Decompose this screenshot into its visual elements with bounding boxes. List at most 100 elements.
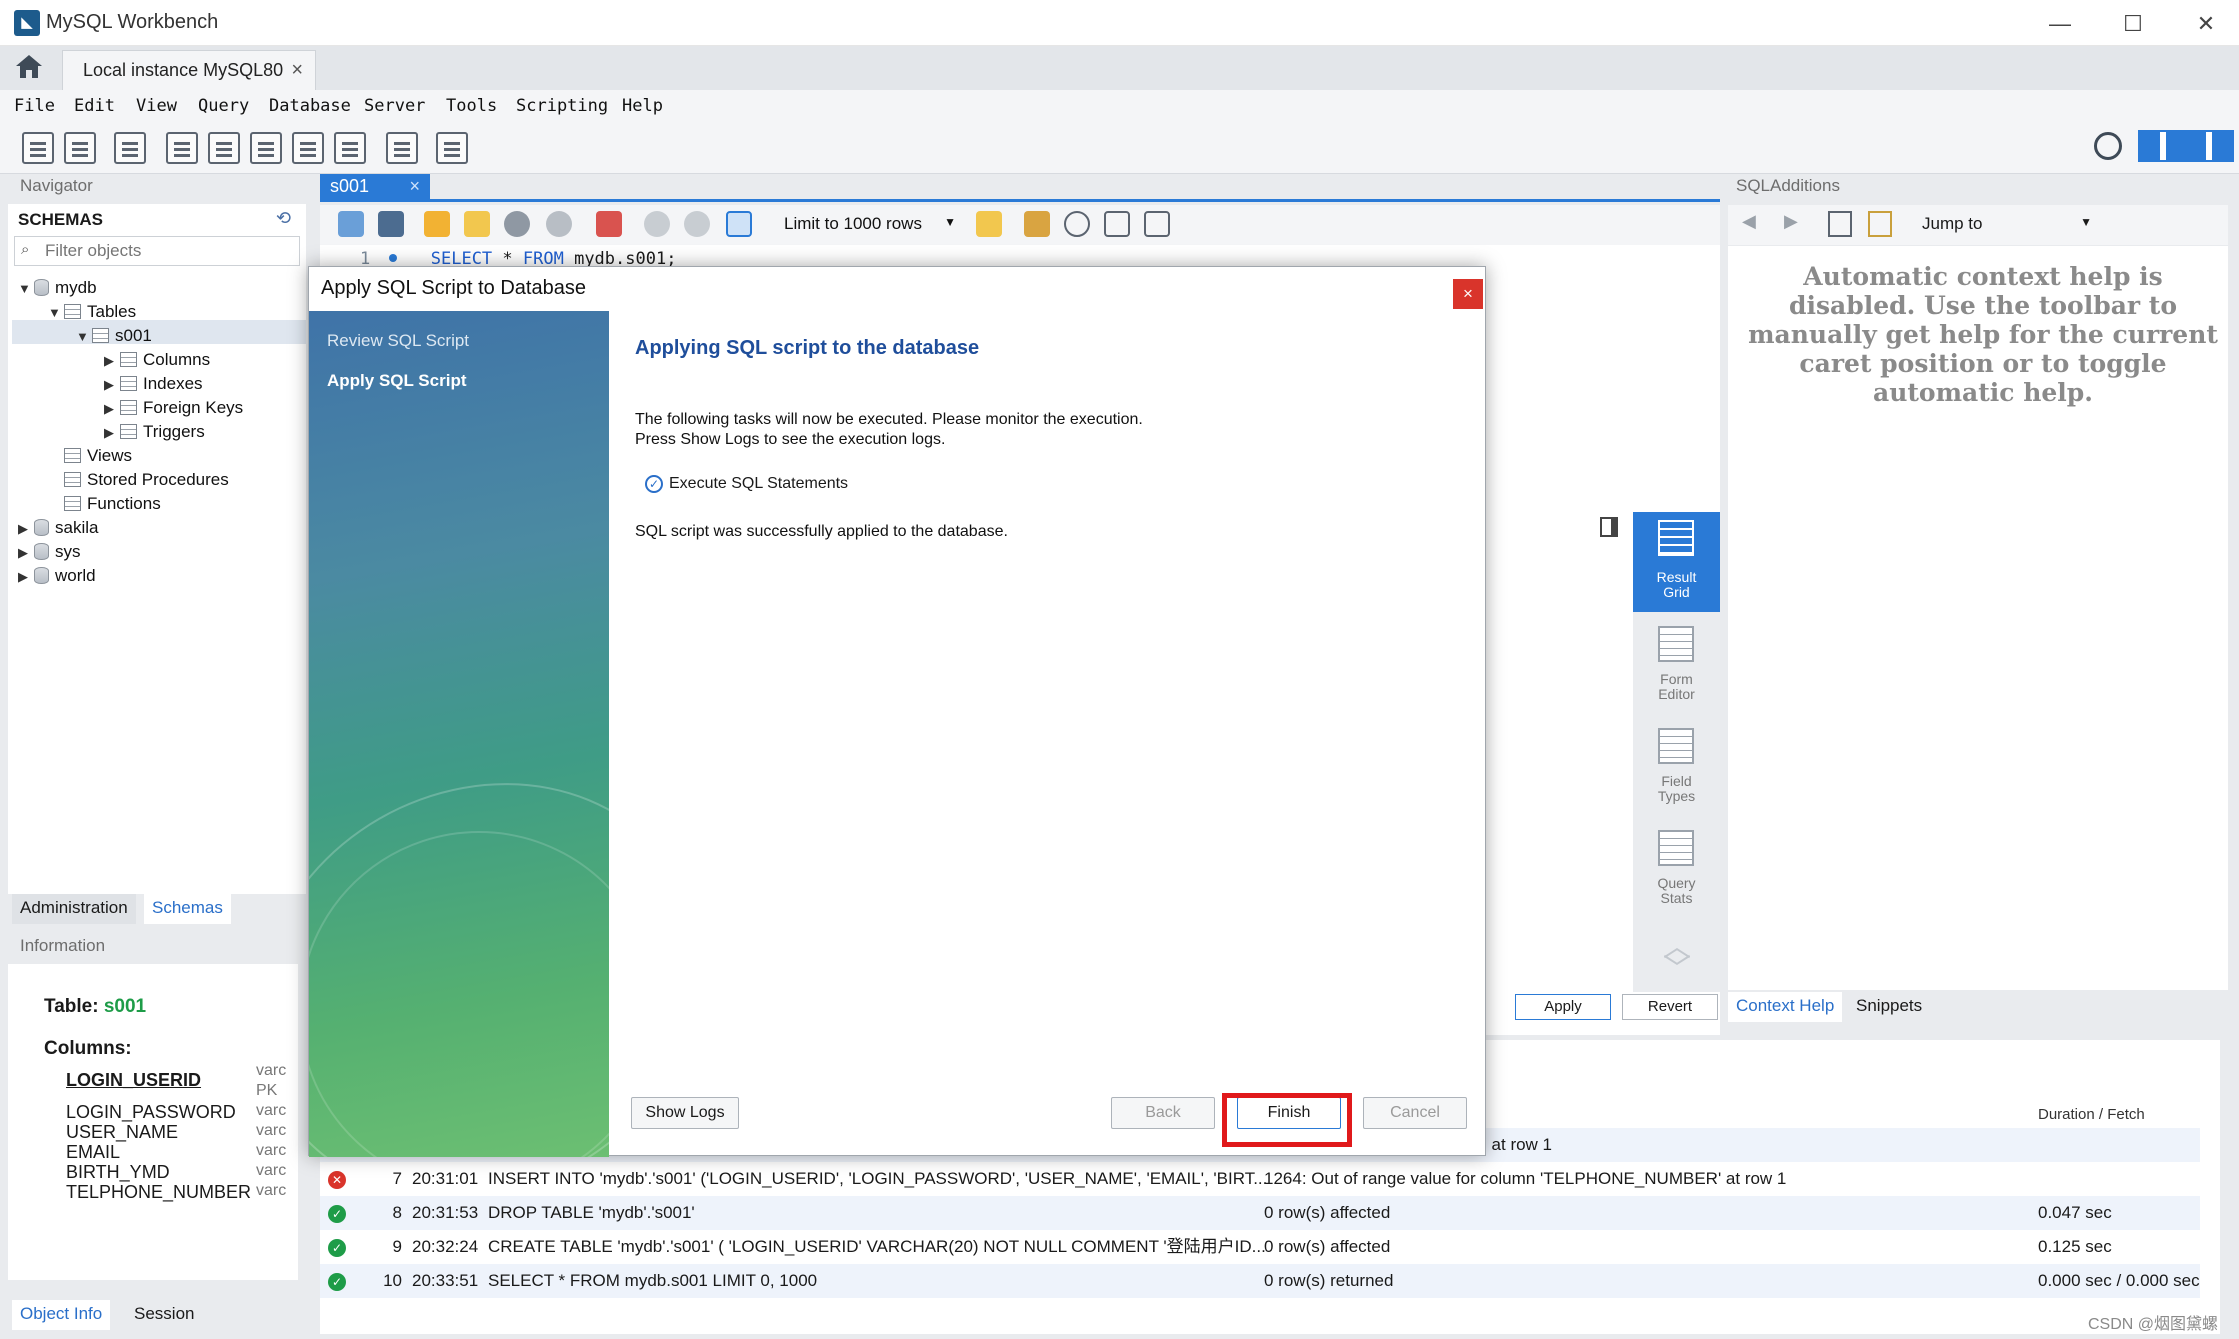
save-icon[interactable] [378,211,404,237]
menu-help[interactable]: Help [622,96,663,116]
minimize-button[interactable]: — [2030,8,2090,40]
home-icon[interactable] [14,52,54,86]
inspector-icon[interactable] [114,132,146,164]
settings-icon[interactable] [2094,132,2122,160]
sql-additions-toolbar: ◀ ▶ Jump to ▼ [1728,205,2228,245]
autocommit-icon[interactable] [726,211,752,237]
tree-item-functions[interactable]: Functions [48,492,161,516]
tree-item-mydb[interactable]: ▼ mydb [18,276,97,300]
tab-snippets[interactable]: Snippets [1848,992,1930,1022]
mysql-workbench-icon: ◣ [14,10,40,36]
tree-item-triggers[interactable]: ▶ Triggers [104,420,205,444]
info-type: varc [256,1122,287,1139]
output-row[interactable]: ✓ 10 20:33:51 SELECT * FROM mydb.s001 LI… [320,1264,2200,1298]
open-sql-script-icon[interactable] [64,132,96,164]
close-editor-tab-icon[interactable]: × [409,176,420,197]
query-stats-button[interactable]: Query Stats [1633,824,1720,924]
apply-button[interactable]: Apply [1515,994,1611,1020]
info-column: BIRTH_YMD [66,1162,170,1182]
toggle-error-icon[interactable] [596,211,622,237]
tree-item-world[interactable]: ▶ world [18,564,96,588]
create-table-icon[interactable] [208,132,240,164]
tab-object-info[interactable]: Object Info [12,1300,111,1330]
menu-edit[interactable]: Edit [74,96,115,116]
back-arrow-icon[interactable]: ◀ [1742,211,1756,232]
tree-item-views[interactable]: Views [48,444,132,468]
maximize-button[interactable]: ☐ [2103,8,2163,40]
tree-item-sys[interactable]: ▶ sys [18,540,81,564]
menu-query[interactable]: Query [198,96,249,116]
tab-context-help[interactable]: Context Help [1728,992,1843,1022]
search-table-data-icon[interactable] [386,132,418,164]
back-button[interactable]: Back [1111,1097,1215,1129]
tree-item-foreign-keys[interactable]: ▶ Foreign Keys [104,396,243,420]
close-tab-icon[interactable]: × [291,59,303,82]
tree-item-tables[interactable]: ▼ Tables [48,300,136,324]
limit-rows-select[interactable]: Limit to 1000 rows ▼ [780,211,960,239]
menu-view[interactable]: View [136,96,177,116]
tab-administration[interactable]: Administration [12,894,136,924]
auto-help-icon[interactable] [1868,211,1892,237]
revert-button[interactable]: Revert [1622,994,1718,1020]
find-icon[interactable] [1064,211,1090,237]
query-stats-icon [1658,830,1694,866]
create-procedure-icon[interactable] [292,132,324,164]
tab-session[interactable]: Session [126,1300,202,1330]
tree-item-s001[interactable]: ▼ s001 [76,324,152,348]
invisible-chars-icon[interactable] [1104,211,1130,237]
add-snippet-icon[interactable] [976,211,1002,237]
database-icon [34,279,49,296]
form-editor-button[interactable]: Form Editor [1633,620,1720,720]
output-row[interactable]: ✓ 9 20:32:24 CREATE TABLE 'mydb'.'s001' … [320,1230,2200,1264]
connection-tab-label: Local instance MySQL80 [83,60,284,80]
jump-to-select[interactable]: Jump to ▼ [1918,211,2098,239]
open-file-icon[interactable] [338,211,364,237]
filter-objects-input[interactable] [45,239,295,263]
tree-item-sakila[interactable]: ▶ sakila [18,516,98,540]
close-window-button[interactable]: ✕ [2176,8,2236,40]
refresh-icon[interactable]: ⟲ [276,208,291,229]
create-function-icon[interactable] [334,132,366,164]
panel-layout-icon[interactable] [2138,130,2234,162]
connection-tab[interactable]: Local instance MySQL80 × [62,50,316,90]
execute-current-icon[interactable] [464,211,490,237]
output-row[interactable]: ✓ 8 20:31:53 DROP TABLE 'mydb'.'s001' 0 … [320,1196,2200,1230]
menu-server[interactable]: Server [364,96,425,116]
stop-icon[interactable] [546,211,572,237]
execute-icon[interactable] [424,211,450,237]
new-sql-tab-icon[interactable] [22,132,54,164]
rollback-icon[interactable] [684,211,710,237]
reconnect-icon[interactable] [436,132,468,164]
tree-item-columns[interactable]: ▶ Columns [104,348,210,372]
commit-icon[interactable] [644,211,670,237]
beautify-icon[interactable] [1024,211,1050,237]
menu-database[interactable]: Database [269,96,351,116]
result-grid-button[interactable]: Result Grid [1633,512,1720,612]
context-help-text: Automatic context help is disabled. Use … [1748,262,2218,407]
tree-item-indexes[interactable]: ▶ Indexes [104,372,203,396]
show-logs-button[interactable]: Show Logs [631,1097,739,1129]
duration-header: Duration / Fetch [2038,1106,2145,1123]
scroll-chevrons-icon[interactable]: ︿ ﹀ [1663,933,1691,983]
explain-icon[interactable] [504,211,530,237]
form-icon [1658,626,1694,662]
output-row[interactable]: ✕ 7 20:31:01 INSERT INTO 'mydb'.'s001' (… [320,1162,2200,1196]
word-wrap-icon[interactable] [1144,211,1170,237]
menu-scripting[interactable]: Scripting [516,96,608,116]
watermark: CSDN @烟图黛螺 [2088,1316,2219,1333]
toggle-panel-icon[interactable] [1600,517,1618,537]
menu-tools[interactable]: Tools [446,96,497,116]
tab-schemas[interactable]: Schemas [144,894,231,924]
create-view-icon[interactable] [250,132,282,164]
manual-help-icon[interactable] [1828,211,1852,237]
tree-item-stored-procedures[interactable]: Stored Procedures [48,468,229,492]
editor-tab-s001[interactable]: s001 × [320,174,430,202]
field-types-button[interactable]: Field Types [1633,722,1720,822]
wizard-steps-panel: Review SQL Script Apply SQL Script [309,311,609,1157]
dialog-close-button[interactable]: × [1453,279,1483,309]
forward-arrow-icon[interactable]: ▶ [1784,211,1798,232]
menu-file[interactable]: File [14,96,55,116]
create-schema-icon[interactable] [166,132,198,164]
database-icon [34,543,49,560]
cancel-button[interactable]: Cancel [1363,1097,1467,1129]
